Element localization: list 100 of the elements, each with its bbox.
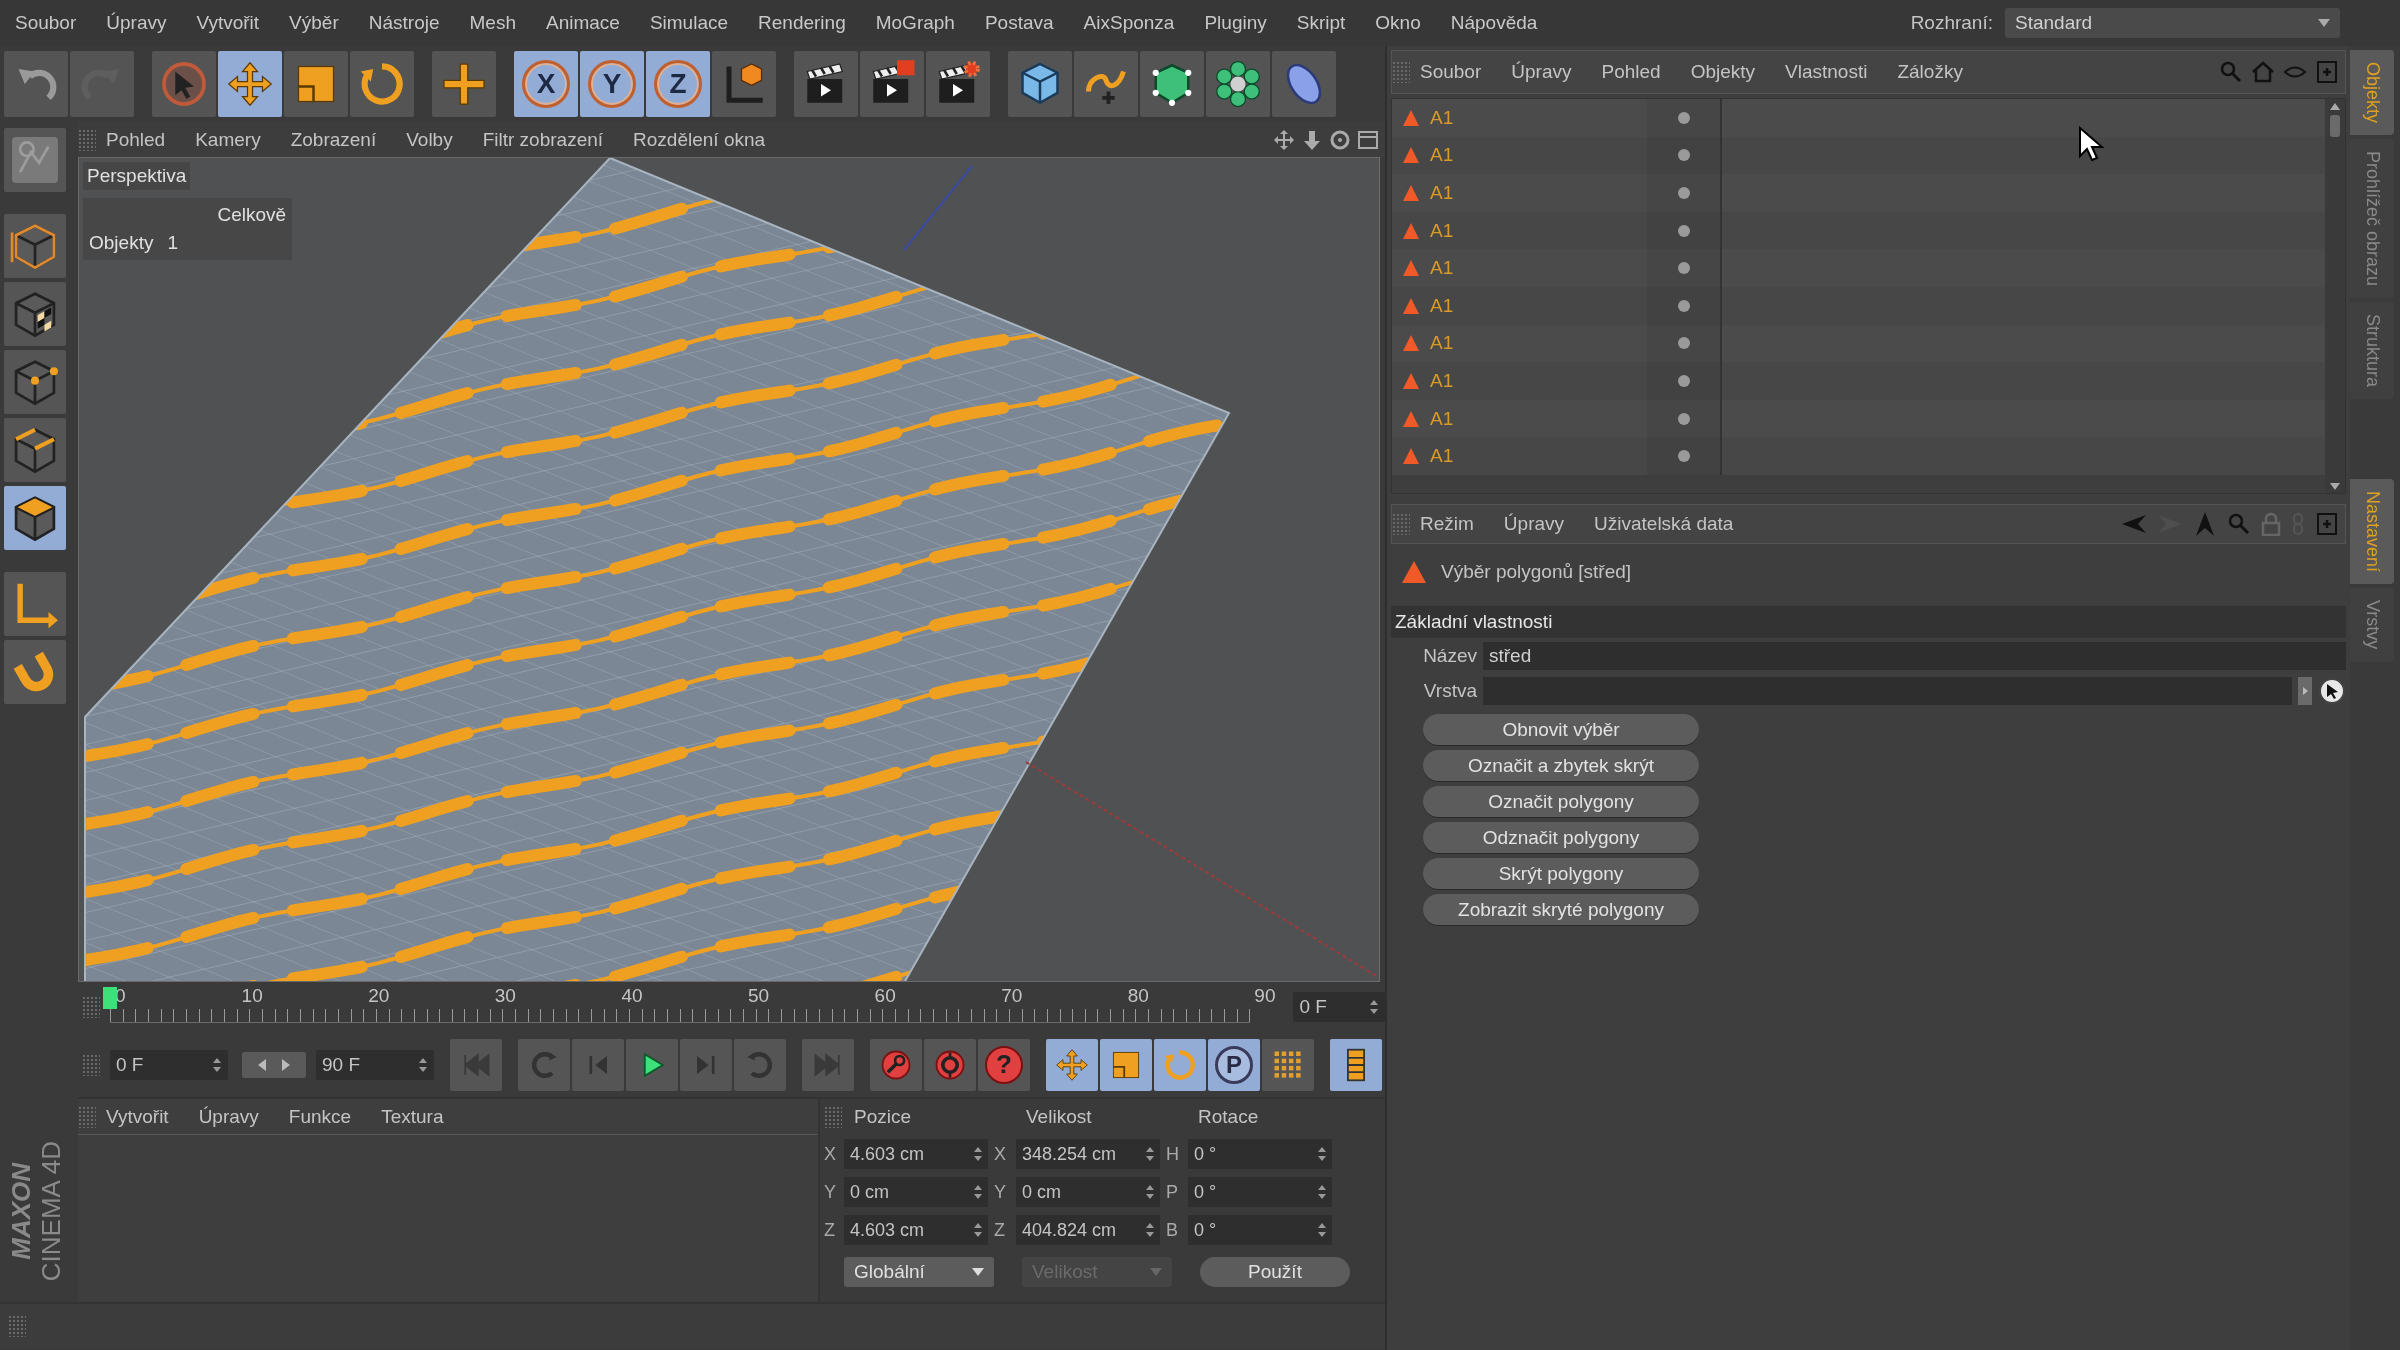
size-field[interactable]: 348.254 cm: [1016, 1139, 1160, 1169]
object-name[interactable]: A1: [1430, 445, 1454, 468]
arrow-left-icon[interactable]: [2121, 512, 2147, 536]
parameter-button[interactable]: P: [1208, 1038, 1260, 1091]
axis-lock-button[interactable]: X: [514, 51, 578, 117]
render-viewer-button[interactable]: [860, 51, 924, 117]
menu-item[interactable]: Okno: [1360, 12, 1436, 34]
size-field[interactable]: 404.824 cm: [1016, 1215, 1160, 1245]
menu-item[interactable]: Úpravy: [1511, 61, 1572, 83]
array-button[interactable]: [1206, 51, 1270, 117]
object-name[interactable]: A1: [1430, 106, 1454, 129]
arrow-down-icon[interactable]: [1301, 128, 1323, 151]
scale-tool-button[interactable]: [1100, 1038, 1152, 1091]
search-icon[interactable]: [2219, 60, 2243, 84]
help-button[interactable]: ?: [978, 1038, 1030, 1091]
snap-button[interactable]: [4, 640, 66, 704]
orbit-icon[interactable]: [1329, 128, 1351, 151]
object-name[interactable]: A1: [1430, 407, 1454, 430]
position-field[interactable]: 4.603 cm: [844, 1215, 988, 1245]
select-tool-button[interactable]: [152, 51, 216, 117]
menu-item[interactable]: Soubor: [1420, 61, 1482, 83]
scale-tool-button[interactable]: [284, 51, 348, 117]
rotation-field[interactable]: 0 °: [1188, 1215, 1332, 1245]
grip-handle[interactable]: [82, 996, 100, 1018]
spinner-icon[interactable]: [1317, 1222, 1327, 1238]
spinner-icon[interactable]: [973, 1222, 983, 1238]
rotation-field[interactable]: 0 °: [1188, 1139, 1332, 1169]
menu-item[interactable]: Vlastnosti: [1785, 61, 1868, 83]
menu-item[interactable]: Volby: [406, 128, 453, 151]
menu-item[interactable]: Záložky: [1897, 61, 1963, 83]
spinner-icon[interactable]: [1145, 1184, 1155, 1200]
visibility-dot-icon[interactable]: [1676, 298, 1691, 313]
position-field[interactable]: 0 cm: [844, 1177, 988, 1207]
start-frame-field[interactable]: 0 F: [110, 1049, 228, 1080]
action-button[interactable]: Označit a zbytek skrýt: [1423, 750, 1699, 781]
new-window-icon[interactable]: [2315, 512, 2339, 536]
apply-button[interactable]: Použít: [1200, 1257, 1350, 1287]
spinner-icon[interactable]: [418, 1056, 428, 1073]
menu-item[interactable]: Úpravy: [1503, 513, 1565, 535]
action-button[interactable]: Skrýt polygony: [1423, 858, 1699, 889]
menu-item[interactable]: Uživatelská data: [1594, 513, 1734, 535]
viewport-canvas[interactable]: Perspektiva Celkově Objekty 1: [78, 157, 1380, 982]
arrow-right-icon[interactable]: [2298, 676, 2312, 705]
grip-handle[interactable]: [1392, 513, 1410, 535]
spinner-icon[interactable]: [1317, 1146, 1327, 1162]
section-header[interactable]: Základní vlastnosti: [1391, 606, 2346, 638]
menu-item[interactable]: Objekty: [1690, 61, 1756, 83]
end-frame-field[interactable]: 90 F: [316, 1049, 434, 1080]
move-tool-button[interactable]: [1046, 1038, 1098, 1091]
menu-item[interactable]: Nápověda: [1435, 12, 1553, 34]
play-button[interactable]: [626, 1038, 678, 1091]
arrow-up-icon[interactable]: [2193, 511, 2217, 537]
object-name[interactable]: A1: [1430, 257, 1454, 280]
keyframe-grid-button[interactable]: [1262, 1038, 1314, 1091]
grip-handle[interactable]: [78, 1105, 96, 1128]
mode-dropdown[interactable]: Globální: [844, 1257, 994, 1287]
menu-item[interactable]: Vytvořit: [181, 12, 275, 34]
spinner-icon[interactable]: [973, 1146, 983, 1162]
timeline-button[interactable]: [1330, 1038, 1382, 1091]
action-button[interactable]: Zobrazit skryté polygony: [1423, 894, 1699, 925]
grip-handle[interactable]: [824, 1106, 842, 1128]
move-tool-button[interactable]: [218, 51, 282, 117]
points-mode-button[interactable]: [4, 350, 66, 414]
polygons-mode-button[interactable]: [4, 486, 66, 550]
subdivision-button[interactable]: [1140, 51, 1204, 117]
menu-item[interactable]: Kamery: [195, 128, 261, 151]
texture-mode-button[interactable]: [4, 282, 66, 346]
render-settings-button[interactable]: [926, 51, 990, 117]
rotate-tool-button[interactable]: [1154, 1038, 1206, 1091]
layout-dropdown[interactable]: Standard: [2005, 8, 2340, 38]
menu-item[interactable]: Režim: [1420, 513, 1474, 535]
object-name[interactable]: A1: [1430, 294, 1454, 317]
menu-item[interactable]: Vytvořit: [106, 1105, 169, 1128]
menu-item[interactable]: Rendering: [743, 12, 861, 34]
action-button[interactable]: Odznačit polygony: [1423, 822, 1699, 853]
object-mode-button[interactable]: [4, 214, 66, 278]
pan-icon[interactable]: [1273, 128, 1295, 151]
autokey-button[interactable]: [924, 1038, 976, 1091]
menu-item[interactable]: Funkce: [288, 1105, 352, 1128]
rotate-tool-button[interactable]: [350, 51, 414, 117]
visibility-dot-icon[interactable]: [1676, 110, 1691, 125]
visibility-dot-icon[interactable]: [1676, 148, 1691, 163]
visibility-dot-icon[interactable]: [1676, 261, 1691, 276]
visibility-dot-icon[interactable]: [1676, 336, 1691, 351]
menu-item[interactable]: Simulace: [634, 12, 744, 34]
menu-item[interactable]: Pluginy: [1189, 12, 1282, 34]
menu-item[interactable]: Výběr: [274, 12, 354, 34]
axis-mode-button[interactable]: [4, 572, 66, 636]
menu-item[interactable]: AixSponza: [1068, 12, 1190, 34]
visibility-dot-icon[interactable]: [1676, 186, 1691, 200]
spinner-icon[interactable]: [1369, 999, 1379, 1015]
menu-item[interactable]: Filtr zobrazení: [482, 128, 604, 151]
action-button[interactable]: Označit polygony: [1423, 786, 1699, 817]
coordinate-system-button[interactable]: [712, 51, 776, 117]
menu-item[interactable]: Mesh: [454, 12, 531, 34]
menu-item[interactable]: Soubor: [0, 12, 92, 34]
object-name[interactable]: A1: [1430, 219, 1454, 242]
grip-handle[interactable]: [1392, 61, 1410, 83]
visibility-dot-icon[interactable]: [1676, 223, 1691, 238]
spinner-icon[interactable]: [1145, 1222, 1155, 1238]
